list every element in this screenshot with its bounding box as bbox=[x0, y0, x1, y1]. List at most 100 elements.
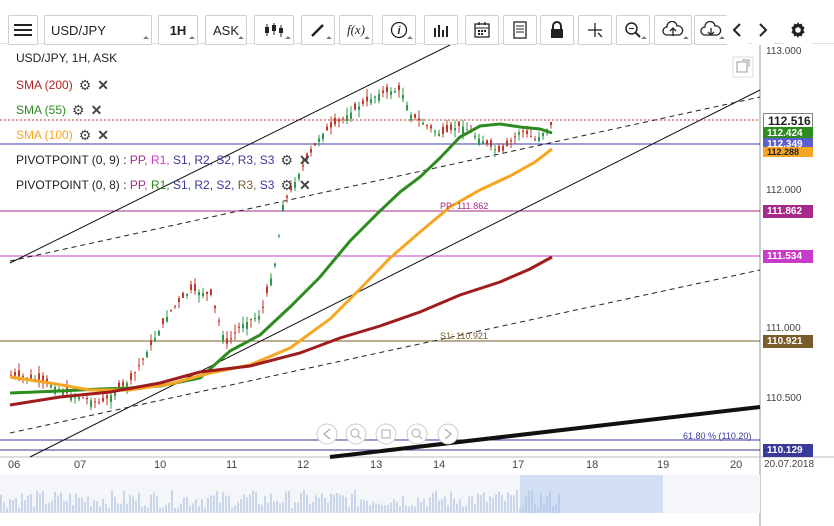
candle-body bbox=[198, 292, 200, 296]
volume-bar bbox=[270, 493, 272, 513]
pivot-2-s1: S1, bbox=[173, 178, 192, 192]
candle-body bbox=[318, 138, 320, 142]
gear-icon[interactable]: ⚙ bbox=[79, 78, 92, 92]
volume-bar bbox=[150, 494, 152, 513]
volume-bar bbox=[408, 506, 410, 513]
draw-tool-button[interactable] bbox=[301, 15, 335, 45]
volume-bar bbox=[411, 505, 413, 513]
candle-body bbox=[494, 149, 496, 151]
volume-bar bbox=[69, 493, 71, 513]
template-button[interactable] bbox=[503, 15, 537, 45]
nav-reset-button[interactable] bbox=[375, 423, 397, 445]
volume-button[interactable] bbox=[424, 15, 458, 45]
volume-bar bbox=[336, 492, 338, 513]
volume-bar bbox=[129, 494, 131, 513]
price-type-selector[interactable]: ASK bbox=[205, 15, 247, 45]
volume-bar bbox=[9, 499, 11, 513]
dropdown-corner-icon bbox=[326, 36, 332, 42]
volume-bar bbox=[156, 496, 158, 513]
calendar-button[interactable] bbox=[465, 15, 499, 45]
volume-bar bbox=[441, 498, 443, 513]
nav-first-button[interactable] bbox=[316, 423, 338, 445]
pivot-2-r3: R3, bbox=[237, 178, 257, 192]
close-icon[interactable]: ✕ bbox=[91, 103, 103, 117]
volume-bar bbox=[153, 492, 155, 513]
zoom-button[interactable] bbox=[616, 15, 650, 45]
close-icon[interactable]: ✕ bbox=[299, 178, 311, 192]
volume-bar bbox=[108, 507, 110, 513]
gear-icon[interactable]: ⚙ bbox=[280, 153, 293, 167]
pp-annotation: PP: 111.862 bbox=[440, 201, 489, 211]
volume-bar bbox=[234, 505, 236, 513]
crosshair-button[interactable] bbox=[578, 15, 612, 45]
timeframe-selector[interactable]: 1H bbox=[158, 15, 198, 45]
price-axis-label: 113.000 bbox=[766, 46, 802, 57]
menu-button[interactable] bbox=[8, 15, 38, 45]
chart-area[interactable]: PP: 111.862 S1: 110.921 61.80 % (110.20)… bbox=[0, 44, 834, 526]
volume-bar bbox=[315, 495, 317, 513]
volume-bar bbox=[39, 493, 41, 513]
symbol-selector[interactable]: USD/JPY bbox=[44, 15, 152, 45]
volume-bar bbox=[48, 502, 50, 513]
time-axis-label: 18 bbox=[586, 459, 599, 471]
dropdown-corner-icon bbox=[407, 36, 413, 42]
legend-sma-200-label: SMA (200) bbox=[16, 78, 73, 92]
candle-body bbox=[322, 133, 324, 140]
candle-body bbox=[38, 373, 40, 380]
candle-body bbox=[266, 286, 268, 293]
candle-body bbox=[166, 317, 168, 322]
volume-bar bbox=[264, 495, 266, 513]
volume-visible-range[interactable] bbox=[520, 475, 663, 513]
legend-pivot-2: PIVOTPOINT (0, 8) : PP, R1, S1, R2, S2, … bbox=[16, 178, 311, 192]
volume-bar bbox=[402, 495, 404, 513]
volume-bar bbox=[138, 492, 140, 513]
candlestick-icon bbox=[265, 23, 283, 37]
volume-bar bbox=[201, 499, 203, 513]
sma-100-price-tag: 112.288 bbox=[763, 147, 813, 157]
close-icon[interactable]: ✕ bbox=[97, 128, 109, 142]
candle-body bbox=[146, 352, 148, 358]
volume-bar bbox=[225, 496, 227, 513]
candle-body bbox=[442, 127, 444, 134]
close-icon[interactable]: ✕ bbox=[299, 153, 311, 167]
info-button[interactable]: i bbox=[382, 15, 416, 45]
volume-bar bbox=[354, 490, 356, 513]
gear-icon[interactable]: ⚙ bbox=[280, 178, 293, 192]
candle-body bbox=[270, 278, 272, 286]
candle-body bbox=[418, 118, 420, 121]
upload-button[interactable] bbox=[654, 15, 692, 45]
volume-bar bbox=[291, 507, 293, 513]
pivot-2-sep: : bbox=[119, 178, 130, 192]
candle-body bbox=[378, 94, 380, 101]
volume-bar bbox=[498, 491, 500, 513]
pivot-1-s2: S2, bbox=[216, 153, 235, 167]
time-axis-label: 06 bbox=[8, 459, 21, 471]
volume-bar bbox=[216, 490, 218, 513]
volume-bar bbox=[435, 490, 437, 513]
gear-icon[interactable]: ⚙ bbox=[79, 128, 92, 142]
volume-bar bbox=[393, 499, 395, 513]
price-chart[interactable] bbox=[0, 44, 834, 526]
volume-bar bbox=[189, 505, 191, 513]
scroll-left-button[interactable] bbox=[726, 15, 748, 45]
candle-body bbox=[98, 401, 100, 403]
close-icon[interactable]: ✕ bbox=[97, 78, 109, 92]
pivot-1-s3: S3 bbox=[259, 153, 275, 167]
scroll-right-button[interactable] bbox=[752, 15, 774, 45]
volume-bar bbox=[165, 504, 167, 513]
gear-icon[interactable]: ⚙ bbox=[72, 103, 85, 117]
chart-type-button[interactable] bbox=[254, 15, 294, 45]
volume-bar bbox=[333, 494, 335, 513]
nav-zoom-out-button[interactable] bbox=[345, 423, 367, 445]
volume-bar bbox=[111, 490, 113, 513]
nav-zoom-in-button[interactable] bbox=[406, 423, 428, 445]
download-button[interactable] bbox=[694, 15, 728, 45]
lock-button[interactable] bbox=[540, 15, 574, 45]
indicators-button[interactable]: f(x) bbox=[339, 15, 373, 45]
volume-bar bbox=[30, 494, 32, 513]
volume-bar bbox=[123, 490, 125, 513]
candle-body bbox=[478, 138, 480, 145]
settings-button[interactable] bbox=[784, 15, 812, 45]
nav-last-button[interactable] bbox=[437, 423, 459, 445]
popout-icon[interactable] bbox=[732, 56, 754, 78]
